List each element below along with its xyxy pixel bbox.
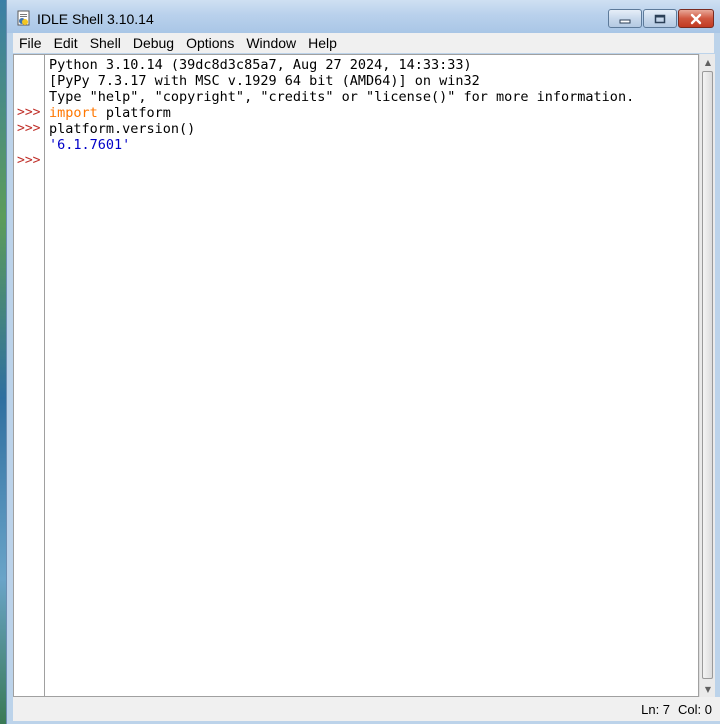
scroll-down-button[interactable]: ▼ <box>700 681 716 697</box>
minimize-icon <box>619 19 631 23</box>
idle-shell-window: IDLE Shell 3.10.14 File Edit Shell Debug… <box>6 0 720 724</box>
menu-file[interactable]: File <box>13 33 48 53</box>
scroll-up-button[interactable]: ▲ <box>700 54 716 70</box>
idle-app-icon <box>17 10 30 26</box>
title-bar[interactable]: IDLE Shell 3.10.14 <box>7 0 720 33</box>
maximize-button[interactable] <box>643 9 677 28</box>
gutter-line-blank <box>14 57 44 73</box>
scroll-down-icon: ▼ <box>704 684 712 694</box>
status-bar: Ln: 7 Col: 0 <box>13 697 720 721</box>
menu-bar: File Edit Shell Debug Options Window Hel… <box>13 33 714 53</box>
close-icon <box>690 13 702 24</box>
prompt-gutter: >>> >>> >>> <box>14 55 45 696</box>
column-number-status: Col: 0 <box>678 701 712 717</box>
scroll-up-icon: ▲ <box>704 57 712 67</box>
output-line: '6.1.7601' <box>49 137 131 153</box>
current-input-line[interactable] <box>49 153 698 169</box>
menu-help[interactable]: Help <box>302 33 343 53</box>
banner-line: Type "help", "copyright", "credits" or "… <box>49 89 635 105</box>
gutter-line-blank <box>14 73 44 89</box>
shell-content[interactable]: Python 3.10.14 (39dc8d3c85a7, Aug 27 202… <box>45 55 698 696</box>
line-number-status: Ln: 7 <box>641 701 671 717</box>
maximize-icon <box>654 14 666 23</box>
minimize-button[interactable] <box>608 9 642 28</box>
gutter-line-blank <box>14 89 44 105</box>
close-button[interactable] <box>678 9 714 28</box>
gutter-line-blank <box>14 137 44 153</box>
menu-options[interactable]: Options <box>180 33 240 53</box>
scroll-thumb[interactable] <box>702 71 713 679</box>
prompt-marker: >>> <box>17 153 41 168</box>
keyword-token: import <box>49 105 98 121</box>
banner-line: [PyPy 7.3.17 with MSC v.1929 64 bit (AMD… <box>49 73 480 89</box>
input-line: import platform <box>49 105 698 121</box>
window-title: IDLE Shell 3.10.14 <box>37 11 154 27</box>
prompt-marker: >>> <box>17 121 41 136</box>
input-line: platform.version() <box>49 121 196 137</box>
menu-debug[interactable]: Debug <box>127 33 180 53</box>
caption-buttons <box>607 9 714 29</box>
vertical-scrollbar[interactable]: ▲ ▼ <box>699 54 715 697</box>
prompt-marker: >>> <box>17 105 41 120</box>
menu-shell[interactable]: Shell <box>84 33 127 53</box>
shell-text-area[interactable]: >>> >>> >>> Python 3.10.14 (39dc8d3c85a7… <box>13 54 699 697</box>
code-token: platform <box>97 105 171 121</box>
menu-window[interactable]: Window <box>240 33 302 53</box>
banner-line: Python 3.10.14 (39dc8d3c85a7, Aug 27 202… <box>49 57 472 73</box>
menu-edit[interactable]: Edit <box>48 33 84 53</box>
